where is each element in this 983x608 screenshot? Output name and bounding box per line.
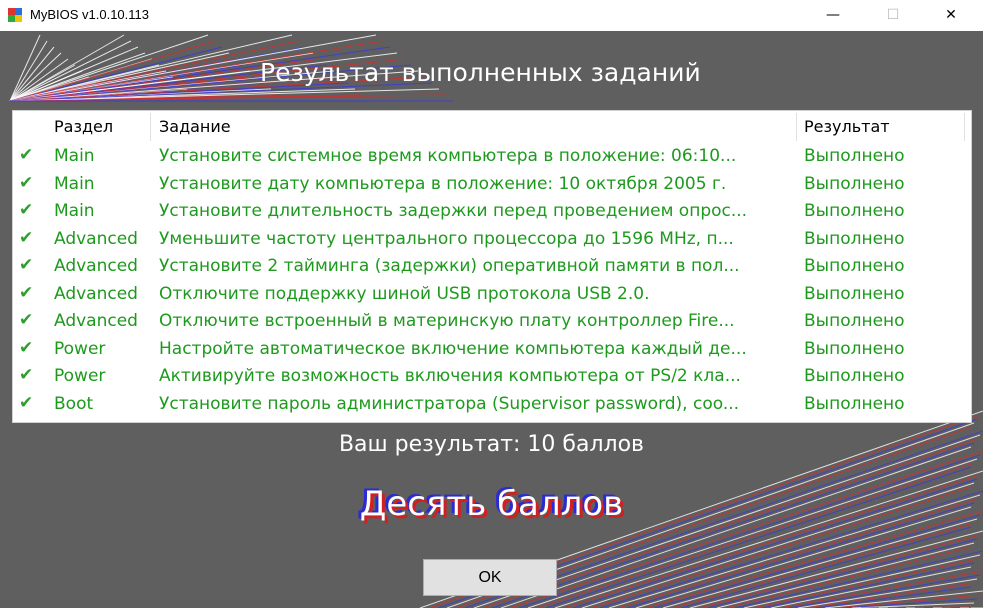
table-header: Раздел Задание Результат [13,111,971,143]
table-row[interactable]: ✔ Advanced Отключите поддержку шиной USB… [13,281,971,308]
background-line [752,558,978,608]
row-result: Выполнено [804,338,905,359]
table-row[interactable]: ✔ Advanced Уменьшите частоту центральног… [13,226,971,253]
row-task: Установите 2 тайминга (задержки) операти… [159,256,740,276]
score-words: Десять баллов [359,484,624,524]
close-button[interactable]: ✕ [928,0,974,31]
row-result: Выполнено [804,173,905,194]
maximize-button[interactable]: ☐ [870,0,916,31]
column-header-section[interactable]: Раздел [54,117,113,136]
row-task: Установите системное время компьютера в … [159,146,737,166]
ok-button[interactable]: OK [423,559,557,596]
column-divider[interactable] [964,113,965,141]
column-divider[interactable] [796,113,797,141]
row-result: Выполнено [804,228,905,249]
check-icon: ✔ [19,337,34,358]
row-section: Advanced [54,228,138,249]
table-row[interactable]: ✔ Advanced Отключите встроенный в матери… [13,308,971,335]
row-task: Отключите поддержку шиной USB протокола … [159,283,650,304]
row-task: Уменьшите частоту центрального процессор… [159,228,734,249]
check-icon: ✔ [19,200,34,220]
column-header-task[interactable]: Задание [159,117,231,136]
check-icon: ✔ [19,172,34,193]
background-line [9,34,41,102]
column-divider[interactable] [150,113,151,141]
row-section: Power [54,338,106,359]
score-words-container: Десять баллов [0,484,983,524]
row-task: Установите длительность задержки перед п… [159,201,748,221]
row-section: Main [54,173,95,194]
background-line [500,446,972,608]
row-section: Advanced [54,283,138,304]
row-task: Установите дату компьютера в положение: … [159,173,727,194]
window-title: MyBIOS v1.0.10.113 [30,7,149,22]
table-row[interactable]: ✔ Advanced Установите 2 тайминга (задерж… [13,253,971,280]
table-row[interactable]: ✔ Boot Установите пароль администратора … [13,391,971,418]
row-section: Power [54,366,106,386]
row-result: Выполнено [804,146,905,166]
column-header-result[interactable]: Результат [804,117,890,136]
row-section: Main [54,146,95,166]
check-icon: ✔ [19,310,34,330]
row-section: Boot [54,393,94,414]
row-section: Advanced [54,256,138,276]
row-result: Выполнено [804,201,905,221]
row-result: Выполнено [804,393,905,414]
row-result: Выполнено [804,256,905,276]
check-icon: ✔ [19,392,34,413]
row-task: Активируйте возможность включения компью… [159,366,741,386]
check-icon: ✔ [19,227,34,248]
score-line: Ваш результат: 10 баллов [338,432,645,457]
check-icon: ✔ [19,145,34,165]
row-task: Настройте автоматическое включение компь… [159,338,747,359]
check-icon: ✔ [19,255,34,275]
row-task: Отключите встроенный в материнскую плату… [159,311,735,331]
table-row[interactable]: ✔ Power Настройте автоматическое включен… [13,336,971,363]
row-result: Выполнено [804,311,905,331]
row-result: Выполнено [804,366,905,386]
table-row[interactable]: ✔ Main Установите системное время компью… [13,143,971,170]
title-bar: MyBIOS v1.0.10.113 — ☐ ✕ [0,0,983,31]
minimize-button[interactable]: — [810,0,856,31]
table-row[interactable]: ✔ Main Установите длительность задержки … [13,198,971,225]
check-icon: ✔ [19,365,34,385]
table-row[interactable]: ✔ Main Установите дату компьютера в поло… [13,171,971,198]
table-row[interactable]: ✔ Power Активируйте возможность включени… [13,363,971,390]
row-result: Выполнено [804,283,905,304]
app-icon [8,8,22,22]
row-section: Advanced [54,311,138,331]
row-task: Установите пароль администратора (Superv… [159,393,740,414]
check-icon: ✔ [19,282,34,303]
results-table: Раздел Задание Результат ✔ Main Установи… [12,110,972,423]
row-section: Main [54,201,95,221]
results-heading: Результат выполненных заданий [260,58,701,87]
